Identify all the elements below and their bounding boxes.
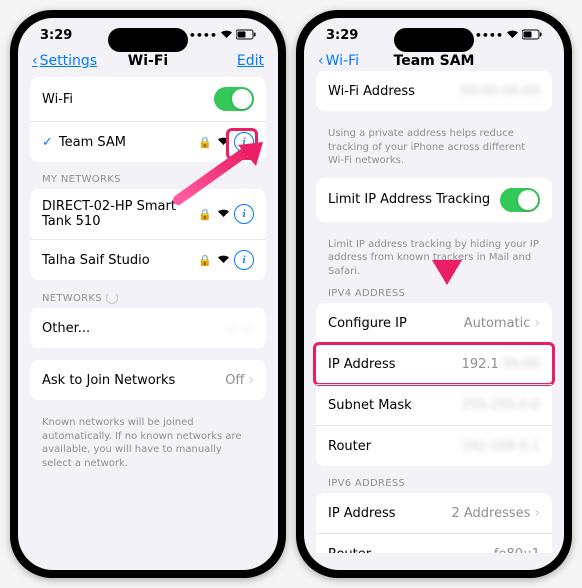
ipv6-ip-label: IP Address bbox=[328, 506, 396, 521]
router-row: Router 192.168.0.1 bbox=[316, 425, 552, 466]
screen: 3:29 •••• ‹ Settings Wi-Fi Edit bbox=[18, 18, 278, 570]
screen: 3:29 •••• ‹ Wi-Fi Team SAM Wi-Fi Address… bbox=[304, 18, 564, 570]
wifi-label: Wi-Fi bbox=[42, 92, 73, 107]
status-icons: •••• bbox=[475, 29, 542, 43]
ipv6-ip-row[interactable]: IP Address 2 Addresses › bbox=[316, 493, 552, 533]
wifi-addr-label: Wi-Fi Address bbox=[328, 84, 415, 99]
ip-label: IP Address bbox=[328, 357, 396, 372]
chevron-right-icon: › bbox=[248, 372, 254, 388]
lock-icon: 🔒 bbox=[198, 208, 212, 221]
subnet-row: Subnet Mask 255.255.0.0 bbox=[316, 384, 552, 425]
ipv6-router-value: fe80::1 bbox=[494, 547, 540, 554]
subnet-value: 255.255.0.0 bbox=[461, 398, 540, 413]
subnet-label: Subnet Mask bbox=[328, 398, 412, 413]
back-label: Wi-Fi bbox=[326, 53, 359, 69]
ipv6-router-label: Router bbox=[328, 547, 371, 554]
edit-button[interactable]: Edit bbox=[237, 53, 264, 69]
wifi-icon bbox=[506, 29, 519, 42]
connected-name: ✓Team SAM bbox=[42, 135, 126, 150]
wifi-signal-icon bbox=[217, 136, 230, 149]
network-meta: 🔒 i bbox=[198, 132, 254, 152]
spinner-icon bbox=[106, 292, 118, 304]
router-value: 192.168.0.1 bbox=[461, 439, 540, 454]
wifi-card: Wi-Fi ✓Team SAM 🔒 bbox=[30, 77, 266, 162]
router-label: Router bbox=[328, 439, 371, 454]
limit-tracking-row[interactable]: Limit IP Address Tracking bbox=[316, 178, 552, 222]
content: Wi-Fi ✓Team SAM 🔒 bbox=[18, 77, 278, 559]
my-networks-header: MY NETWORKS bbox=[30, 174, 266, 189]
info-button[interactable]: i bbox=[234, 204, 254, 224]
limit-tracking-card: Limit IP Address Tracking bbox=[316, 178, 552, 222]
nav-title: Wi-Fi bbox=[128, 53, 168, 69]
content: Wi-Fi Address 00:00:00:00 Using a privat… bbox=[304, 71, 564, 553]
checkmark-icon: ✓ bbox=[42, 135, 53, 150]
configure-value: Automatic bbox=[464, 316, 531, 331]
chevron-right-icon: › bbox=[534, 315, 540, 331]
limit-toggle[interactable] bbox=[500, 188, 540, 212]
ask-join-value: Off bbox=[225, 373, 244, 388]
ip-value: 192.1 bbox=[462, 357, 499, 372]
status-time: 3:29 bbox=[326, 28, 358, 43]
phone-right: 3:29 •••• ‹ Wi-Fi Team SAM Wi-Fi Address… bbox=[296, 10, 572, 578]
wifi-address-card: Wi-Fi Address 00:00:00:00 bbox=[316, 71, 552, 111]
limit-footer: Limit IP address tracking by hiding your… bbox=[316, 234, 552, 289]
ipv6-card: IP Address 2 Addresses › Router fe80::1 bbox=[316, 493, 552, 553]
ask-join-card: Ask to Join Networks Off › bbox=[30, 360, 266, 400]
battery-icon bbox=[236, 29, 256, 43]
ask-join-label: Ask to Join Networks bbox=[42, 373, 175, 388]
wifi-addr-value: 00:00:00:00 bbox=[461, 84, 540, 99]
network-row[interactable]: DIRECT-02-HP Smart Tank 510 🔒 i bbox=[30, 189, 266, 239]
signal-icon: •••• bbox=[189, 29, 217, 42]
chevron-left-icon: ‹ bbox=[318, 53, 324, 69]
nav-title: Team SAM bbox=[394, 53, 475, 69]
signal-icon: •••• bbox=[475, 29, 503, 42]
ip-address-row: IP Address 192.100.00 bbox=[316, 343, 552, 384]
other-network-row[interactable]: Other... — — bbox=[30, 308, 266, 348]
dynamic-island bbox=[108, 28, 188, 52]
ipv4-card: Configure IP Automatic › IP Address 192.… bbox=[316, 303, 552, 466]
networks-card: Other... — — bbox=[30, 308, 266, 348]
limit-label: Limit IP Address Tracking bbox=[328, 192, 490, 207]
lock-icon: 🔒 bbox=[198, 136, 212, 149]
lock-icon: 🔒 bbox=[198, 254, 212, 267]
wifi-addr-footer: Using a private address helps reduce tra… bbox=[316, 123, 552, 178]
info-button[interactable]: i bbox=[234, 250, 254, 270]
wifi-address-row[interactable]: Wi-Fi Address 00:00:00:00 bbox=[316, 71, 552, 111]
network-name: Talha Saif Studio bbox=[42, 253, 150, 268]
network-row[interactable]: Talha Saif Studio 🔒 i bbox=[30, 239, 266, 280]
ipv6-ip-value: 2 Addresses bbox=[451, 506, 530, 521]
configure-label: Configure IP bbox=[328, 316, 407, 331]
ipv4-header: IPV4 ADDRESS bbox=[316, 288, 552, 303]
status-icons: •••• bbox=[189, 29, 256, 43]
status-time: 3:29 bbox=[40, 28, 72, 43]
phone-left: 3:29 •••• ‹ Settings Wi-Fi Edit bbox=[10, 10, 286, 578]
info-button[interactable]: i bbox=[234, 132, 254, 152]
ask-join-footer: Known networks will be joined automatica… bbox=[30, 412, 266, 480]
my-networks-card: DIRECT-02-HP Smart Tank 510 🔒 i Talha Sa… bbox=[30, 189, 266, 280]
back-button[interactable]: ‹ Settings bbox=[32, 53, 97, 69]
configure-ip-row[interactable]: Configure IP Automatic › bbox=[316, 303, 552, 343]
ipv6-header: IPV6 ADDRESS bbox=[316, 478, 552, 493]
wifi-toggle[interactable] bbox=[214, 87, 254, 111]
battery-icon bbox=[522, 29, 542, 43]
other-label: Other... bbox=[42, 321, 90, 336]
wifi-signal-icon bbox=[217, 208, 230, 221]
wifi-toggle-row[interactable]: Wi-Fi bbox=[30, 77, 266, 121]
connected-network-row[interactable]: ✓Team SAM 🔒 i bbox=[30, 121, 266, 162]
wifi-signal-icon bbox=[217, 254, 230, 267]
chevron-right-icon: › bbox=[534, 505, 540, 521]
dynamic-island bbox=[394, 28, 474, 52]
chevron-left-icon: ‹ bbox=[32, 53, 38, 69]
ask-join-row[interactable]: Ask to Join Networks Off › bbox=[30, 360, 266, 400]
back-button[interactable]: ‹ Wi-Fi bbox=[318, 53, 359, 69]
network-name: DIRECT-02-HP Smart Tank 510 bbox=[42, 199, 182, 229]
ipv6-router-row: Router fe80::1 bbox=[316, 533, 552, 553]
wifi-icon bbox=[220, 29, 233, 42]
networks-header: NETWORKS bbox=[30, 292, 266, 308]
back-label: Settings bbox=[40, 53, 97, 69]
